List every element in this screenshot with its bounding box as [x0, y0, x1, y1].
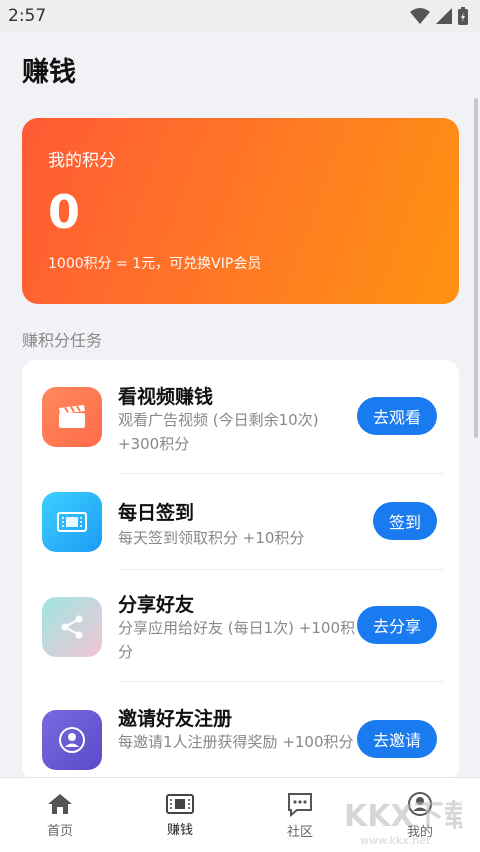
task-title: 分享好友 [118, 594, 195, 616]
task-desc: 分享应用给好友 (每日1次) +100积分 [118, 619, 355, 661]
points-label: 我的积分 [48, 151, 116, 171]
task-title: 看视频赚钱 [118, 386, 214, 408]
watch-video-button[interactable]: 去观看 [356, 397, 437, 435]
task-item-watch-video: 看视频赚钱 观看广告视频 (今日剩余10次) +300积分 去观看 [22, 360, 459, 474]
checkin-button[interactable]: 签到 [372, 502, 437, 540]
nav-label: 社区 [286, 824, 313, 840]
chat-icon [288, 792, 312, 817]
status-time: 2:57 [8, 6, 47, 26]
task-title: 每日签到 [118, 502, 195, 524]
task-desc: 每天签到领取积分 +10积分 [118, 529, 305, 547]
points-card: 我的积分 0 1000积分 = 1元，可兑换VIP会员 [22, 118, 459, 304]
points-value: 0 [48, 185, 81, 239]
task-item-share-friend: 分享好友 分享应用给好友 (每日1次) +100积分 去分享 [22, 570, 459, 682]
kkx-watermark-logo: KKX下载 www.kkx.net [344, 799, 462, 847]
ticket-icon [166, 793, 194, 814]
task-title: 邀请好友注册 [118, 708, 233, 730]
task-desc: 观看广告视频 (今日剩余10次) +300积分 [118, 411, 319, 453]
share-button[interactable]: 去分享 [356, 606, 437, 644]
battery-icon [458, 7, 468, 25]
status-icons [410, 7, 468, 25]
wifi-icon [410, 8, 430, 24]
svg-text:KKX下载: KKX下载 [344, 799, 462, 834]
home-icon [48, 793, 72, 814]
task-desc: 每邀请1人注册获得奖励 +100积分 [118, 733, 354, 751]
nav-label: 赚钱 [166, 822, 193, 838]
scrollbar[interactable] [474, 98, 478, 438]
signal-icon [436, 8, 452, 24]
svg-text:www.kkx.net: www.kkx.net [360, 834, 431, 847]
points-note: 1000积分 = 1元，可兑换VIP会员 [48, 256, 262, 272]
task-item-invite-friend: 邀请好友注册 每邀请1人注册获得奖励 +100积分 去邀请 [22, 682, 459, 780]
user-icon [42, 710, 102, 770]
nav-label: 首页 [46, 823, 73, 839]
share-icon [42, 597, 102, 657]
task-list: 看视频赚钱 观看广告视频 (今日剩余10次) +300积分 去观看 每日签到 每… [22, 360, 459, 780]
section-label: 赚积分任务 [22, 331, 103, 350]
task-item-daily-checkin: 每日签到 每天签到领取积分 +10积分 签到 [22, 474, 459, 570]
ticket-icon [42, 492, 102, 552]
nav-item-home[interactable]: 首页 [0, 778, 120, 852]
invite-button[interactable]: 去邀请 [356, 720, 437, 758]
clapperboard-icon [42, 387, 102, 447]
status-bar: 2:57 [0, 0, 480, 32]
nav-item-earn[interactable]: 赚钱 [120, 778, 240, 852]
page-title: 赚钱 [22, 57, 76, 88]
